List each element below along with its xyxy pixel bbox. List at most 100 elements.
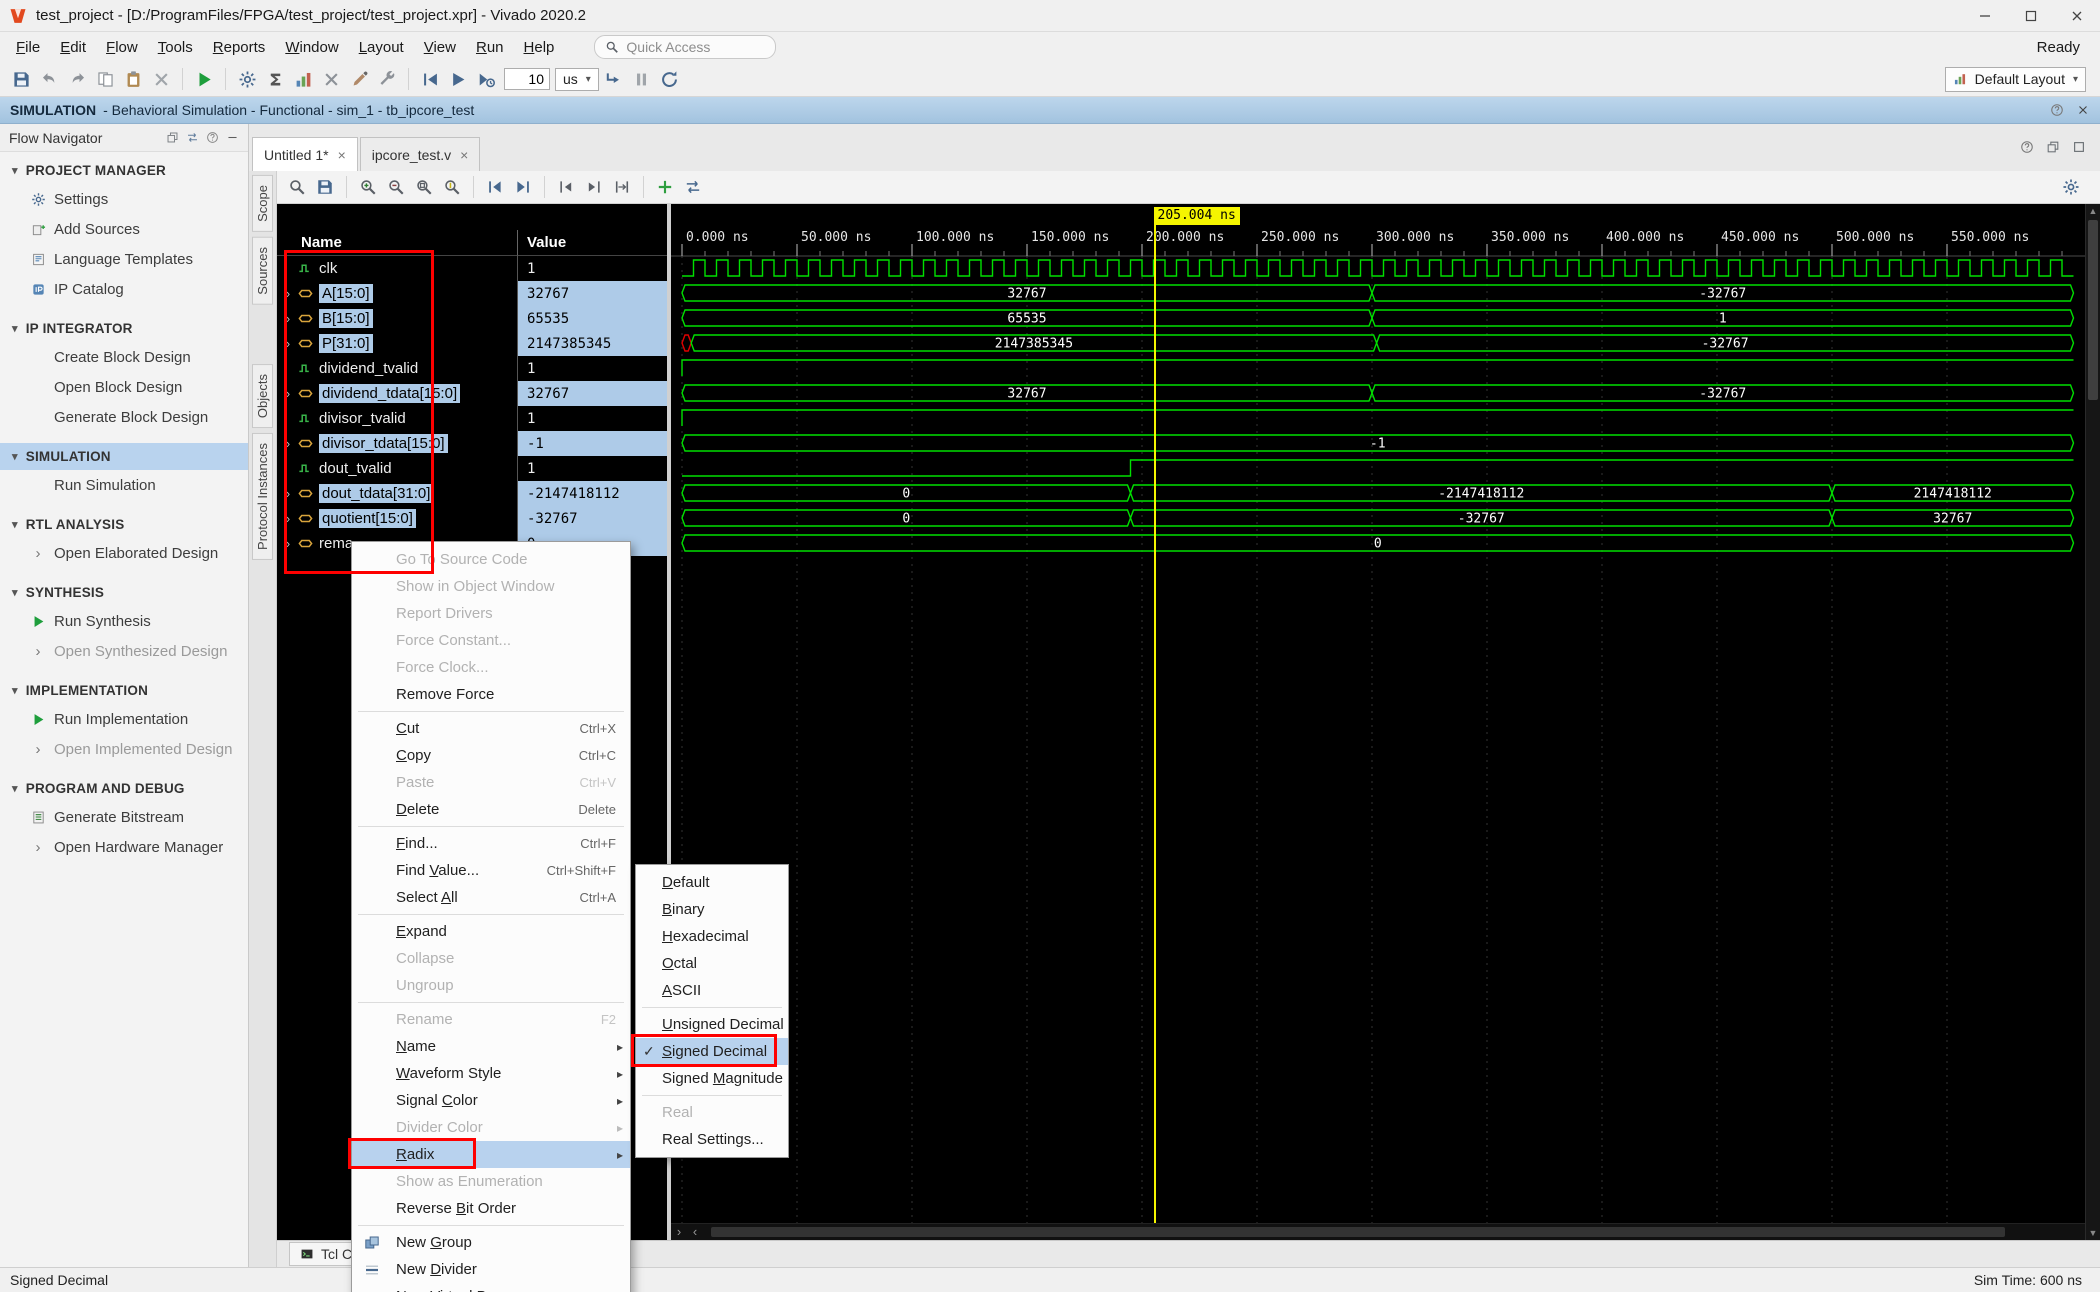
- menu-item-hexadecimal[interactable]: Hexadecimal: [636, 923, 788, 950]
- scroll-left-icon[interactable]: ‹: [687, 1224, 703, 1240]
- signal-row-clk[interactable]: clk1: [277, 256, 667, 281]
- menu-item-default[interactable]: Default: [636, 869, 788, 896]
- goto-start-icon[interactable]: [482, 174, 508, 200]
- signal-name-cell[interactable]: dividend_tvalid: [277, 356, 517, 381]
- menu-window[interactable]: Window: [275, 36, 348, 59]
- prev-edge-icon[interactable]: [553, 174, 579, 200]
- menu-item-new-divider[interactable]: New Divider: [352, 1256, 630, 1283]
- name-column-header[interactable]: Name: [277, 230, 517, 256]
- side-tab-scope[interactable]: Scope: [252, 175, 273, 232]
- signal-name-cell[interactable]: ›A[15:0]: [277, 281, 517, 306]
- float-icon[interactable]: [2046, 140, 2060, 154]
- goto-end-icon[interactable]: [510, 174, 536, 200]
- flow-item-add-sources[interactable]: Add Sources: [0, 214, 248, 244]
- signal-value-cell[interactable]: 32767: [517, 381, 667, 406]
- menu-item-name[interactable]: Name▸: [352, 1033, 630, 1060]
- copy-icon[interactable]: [92, 66, 118, 92]
- scroll-right-icon[interactable]: ›: [671, 1224, 687, 1240]
- menu-item-select-all[interactable]: Select AllCtrl+A: [352, 884, 630, 911]
- menu-item-signal-color[interactable]: Signal Color▸: [352, 1087, 630, 1114]
- zoom-in-icon[interactable]: [355, 174, 381, 200]
- signal-name-cell[interactable]: ›divisor_tdata[15:0]: [277, 431, 517, 456]
- minimize-win-icon[interactable]: [226, 131, 239, 144]
- signal-value-cell[interactable]: -2147418112: [517, 481, 667, 506]
- chart-icon[interactable]: [290, 66, 316, 92]
- side-tab-sources[interactable]: Sources: [252, 237, 273, 305]
- zoom-cursor-icon[interactable]: [439, 174, 465, 200]
- chevron-right-icon[interactable]: ›: [283, 511, 293, 526]
- save-icon[interactable]: [8, 66, 34, 92]
- probe-icon[interactable]: [374, 66, 400, 92]
- menu-item-copy[interactable]: CopyCtrl+C: [352, 742, 630, 769]
- side-tab-protocol-instances[interactable]: Protocol Instances: [252, 433, 273, 560]
- signal-name-cell[interactable]: ›dividend_tdata[15:0]: [277, 381, 517, 406]
- flow-item-open-hardware-manager[interactable]: ›Open Hardware Manager: [0, 832, 248, 862]
- quick-access-search[interactable]: Quick Access: [594, 35, 776, 59]
- find-icon[interactable]: [284, 174, 310, 200]
- signal-name-cell[interactable]: ›B[15:0]: [277, 306, 517, 331]
- flow-item-open-elaborated-design[interactable]: ›Open Elaborated Design: [0, 538, 248, 568]
- signal-name-cell[interactable]: dout_tvalid: [277, 456, 517, 481]
- horizontal-scroll-thumb[interactable]: [711, 1227, 2005, 1237]
- swap-icon[interactable]: [186, 131, 199, 144]
- signal-row-dout-tvalid[interactable]: dout_tvalid1: [277, 456, 667, 481]
- chevron-right-icon[interactable]: ›: [283, 486, 293, 501]
- menu-edit[interactable]: Edit: [50, 36, 96, 59]
- menu-item-remove-force[interactable]: Remove Force: [352, 681, 630, 708]
- add-marker-icon[interactable]: [652, 174, 678, 200]
- menu-flow[interactable]: Flow: [96, 36, 148, 59]
- menu-item-cut[interactable]: CutCtrl+X: [352, 715, 630, 742]
- flow-section-rtl-analysis[interactable]: ▾RTL ANALYSIS: [0, 511, 248, 538]
- waveform-settings-gear-icon[interactable]: [2058, 174, 2084, 200]
- signal-value-cell[interactable]: 1: [517, 256, 667, 281]
- menu-item-waveform-style[interactable]: Waveform Style▸: [352, 1060, 630, 1087]
- chevron-right-icon[interactable]: ›: [283, 286, 293, 301]
- menu-file[interactable]: File: [6, 36, 50, 59]
- signal-row-divisor-tdata-15-0[interactable]: ›divisor_tdata[15:0]-1: [277, 431, 667, 456]
- flow-section-program-and-debug[interactable]: ▾PROGRAM AND DEBUG: [0, 775, 248, 802]
- signal-value-cell[interactable]: -32767: [517, 506, 667, 531]
- menu-item-find-value[interactable]: Find Value...Ctrl+Shift+F: [352, 857, 630, 884]
- signal-value-cell[interactable]: 1: [517, 356, 667, 381]
- save-icon[interactable]: [312, 174, 338, 200]
- menu-view[interactable]: View: [414, 36, 466, 59]
- flow-item-open-implemented-design[interactable]: ›Open Implemented Design: [0, 734, 248, 764]
- flow-section-implementation[interactable]: ▾IMPLEMENTATION: [0, 677, 248, 704]
- menu-item-signed-magnitude[interactable]: Signed Magnitude: [636, 1065, 788, 1092]
- maximize-button[interactable]: [2008, 0, 2054, 31]
- flow-item-open-block-design[interactable]: Open Block Design: [0, 372, 248, 402]
- signal-row-b-15-0[interactable]: ›B[15:0]65535: [277, 306, 667, 331]
- close-icon[interactable]: ×: [338, 147, 346, 163]
- undo-icon[interactable]: [36, 66, 62, 92]
- signal-value-cell[interactable]: -1: [517, 431, 667, 456]
- scroll-up-icon[interactable]: ▲: [2089, 204, 2098, 218]
- flow-item-ip-catalog[interactable]: IP Catalog: [0, 274, 248, 304]
- signal-row-dividend-tvalid[interactable]: dividend_tvalid1: [277, 356, 667, 381]
- flow-item-run-simulation[interactable]: Run Simulation: [0, 470, 248, 500]
- tab-ipcore-test-v[interactable]: ipcore_test.v×: [360, 137, 481, 171]
- menu-item-new-virtual-bus[interactable]: New Virtual Bus: [352, 1283, 630, 1292]
- close-icon[interactable]: [318, 66, 344, 92]
- signal-row-dout-tdata-31-0[interactable]: ›dout_tdata[31:0]-2147418112: [277, 481, 667, 506]
- menu-item-radix[interactable]: Radix▸: [352, 1141, 630, 1168]
- flow-item-settings[interactable]: Settings: [0, 184, 248, 214]
- sum-icon[interactable]: [262, 66, 288, 92]
- run-time-input[interactable]: [504, 68, 550, 90]
- paste-icon[interactable]: [120, 66, 146, 92]
- menu-item-find[interactable]: Find...Ctrl+F: [352, 830, 630, 857]
- maximize-icon[interactable]: [2072, 140, 2086, 154]
- minimize-button[interactable]: [1962, 0, 2008, 31]
- signal-name-cell[interactable]: divisor_tvalid: [277, 406, 517, 431]
- run-icon[interactable]: [191, 66, 217, 92]
- flow-item-open-synthesized-design[interactable]: ›Open Synthesized Design: [0, 636, 248, 666]
- help-icon[interactable]: [206, 131, 219, 144]
- float-icon[interactable]: [166, 131, 179, 144]
- time-unit-select[interactable]: us ▾: [555, 68, 599, 91]
- swap-icon[interactable]: [680, 174, 706, 200]
- signal-row-divisor-tvalid[interactable]: divisor_tvalid1: [277, 406, 667, 431]
- edit-icon[interactable]: [346, 66, 372, 92]
- menu-item-expand[interactable]: Expand: [352, 918, 630, 945]
- chevron-right-icon[interactable]: ›: [283, 386, 293, 401]
- waveform-canvas[interactable]: 0.000 ns50.000 ns100.000 ns150.000 ns200…: [671, 204, 2085, 1240]
- delete-icon[interactable]: [148, 66, 174, 92]
